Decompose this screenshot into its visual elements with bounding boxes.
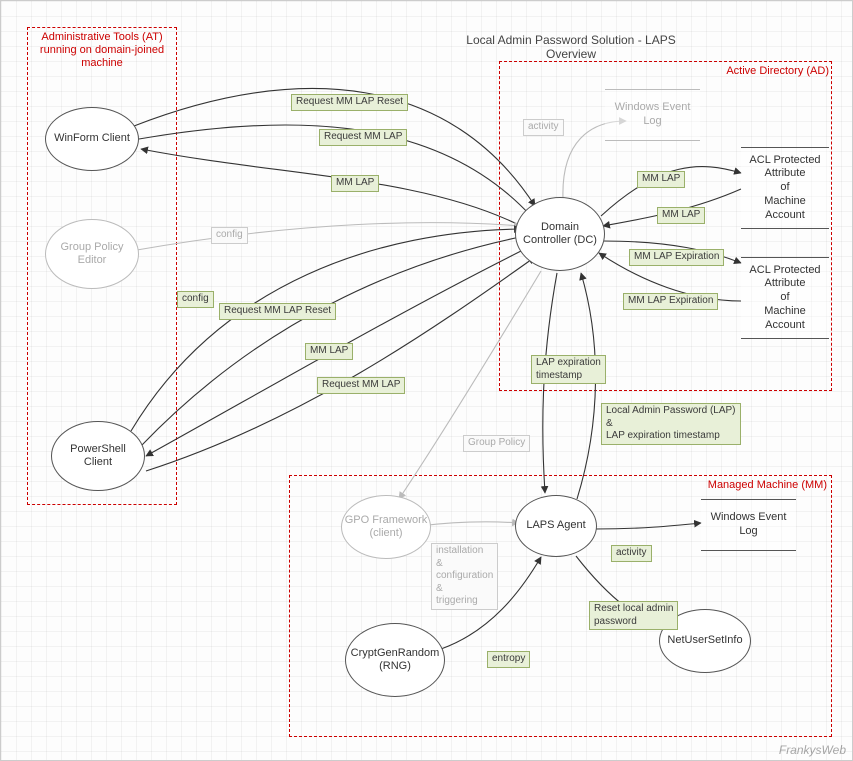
label-reset-local-admin-password: Reset local admin password (589, 601, 678, 630)
label-entropy: entropy (487, 651, 530, 668)
label-config-gpe: config (211, 227, 248, 244)
label-lap-and-expiration: Local Admin Password (LAP) & LAP expirat… (601, 403, 741, 445)
label-installation-configuration-triggering: installation & configuration & triggerin… (431, 543, 498, 610)
node-cryptgenrandom: CryptGenRandom (RNG) (345, 623, 445, 697)
block-acl-attribute-1: ACL Protected Attribute of Machine Accou… (741, 147, 829, 229)
label-activity-mm: activity (611, 545, 652, 562)
laps-overview-diagram: Local Admin Password Solution - LAPS Ove… (0, 0, 853, 761)
group-label-mm: Managed Machine (MM) (689, 479, 827, 492)
block-windows-event-log-ad: Windows Event Log (605, 89, 700, 141)
node-powershell-client: PowerShell Client (51, 421, 145, 491)
node-group-policy-editor: Group Policy Editor (45, 219, 139, 289)
node-winform-client: WinForm Client (45, 107, 139, 171)
label-group-policy: Group Policy (463, 435, 530, 452)
label-mm-lap-wf: MM LAP (331, 175, 379, 192)
label-mm-lap-expiration-b: MM LAP Expiration (623, 293, 718, 310)
diagram-title: Local Admin Password Solution - LAPS Ove… (441, 33, 701, 61)
block-windows-event-log-mm: Windows Event Log (701, 499, 796, 551)
label-mm-lap-acl1b: MM LAP (657, 207, 705, 224)
node-laps-agent: LAPS Agent (515, 495, 597, 557)
node-gpo-framework-client: GPO Framework (client) (341, 495, 431, 559)
block-acl-attribute-2: ACL Protected Attribute of Machine Accou… (741, 257, 829, 339)
group-label-ad: Active Directory (AD) (717, 65, 829, 78)
label-mm-lap-ps: MM LAP (305, 343, 353, 360)
label-request-mm-lap-wf: Request MM LAP (319, 129, 407, 146)
watermark: FrankysWeb (779, 743, 846, 757)
label-mm-lap-expiration-a: MM LAP Expiration (629, 249, 724, 266)
label-request-mm-lap-reset-wf: Request MM LAP Reset (291, 94, 408, 111)
label-config-ps: config (177, 291, 214, 308)
label-request-mm-lap-reset-ps: Request MM LAP Reset (219, 303, 336, 320)
label-lap-expiration-timestamp: LAP expiration timestamp (531, 355, 606, 384)
group-label-at: Administrative Tools (AT) running on dom… (31, 31, 173, 71)
label-activity-ad: activity (523, 119, 564, 136)
node-domain-controller: Domain Controller (DC) (515, 197, 605, 271)
label-mm-lap-acl1a: MM LAP (637, 171, 685, 188)
label-request-mm-lap-ps: Request MM LAP (317, 377, 405, 394)
